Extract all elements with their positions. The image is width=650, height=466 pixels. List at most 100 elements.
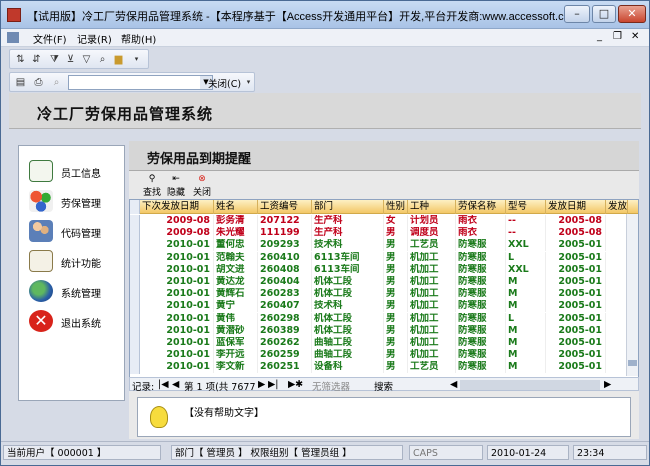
grid-cell[interactable]: 防寒服	[456, 361, 506, 374]
grid-cell[interactable]: 207122	[258, 215, 312, 227]
mdi-close-button[interactable]: ✕	[631, 31, 639, 42]
grid-cell[interactable]: 机加工	[408, 349, 456, 362]
grid-cell[interactable]: 2009-08	[140, 227, 214, 240]
column-header[interactable]: 发放	[606, 200, 628, 214]
grid-cell[interactable]: 2010-01	[140, 288, 214, 301]
filter-selection-icon[interactable]: ⊻	[64, 53, 77, 66]
grid-cell[interactable]: 260389	[258, 324, 312, 337]
grid-cell[interactable]: 260251	[258, 361, 312, 374]
grid-cell[interactable]: 李文新	[214, 361, 258, 374]
sort-descending-icon[interactable]: ⇵	[30, 53, 43, 66]
next-record-button[interactable]: ▶	[258, 379, 265, 390]
grid-cell[interactable]: L	[506, 312, 546, 325]
grid-cell[interactable]: --	[506, 227, 546, 240]
grid-cell[interactable]: 2010-01	[140, 337, 214, 349]
grid-cell[interactable]: 男	[384, 276, 408, 288]
scroll-thumb[interactable]	[628, 360, 637, 366]
grid-cell[interactable]: 女	[384, 215, 408, 227]
grid-cell[interactable]: 生产科	[312, 215, 384, 227]
grid-cell[interactable]: 机体工段	[312, 288, 384, 301]
grid-cell[interactable]: XXL	[506, 239, 546, 252]
grid-cell[interactable]: 胡文进	[214, 263, 258, 276]
grid-cell[interactable]: 朱光耀	[214, 227, 258, 240]
maximize-button[interactable]: □	[592, 5, 616, 23]
nav-exit[interactable]: ✕ 退出系统	[23, 308, 123, 334]
grid-cell[interactable]: 机加工	[408, 324, 456, 337]
grid-cell[interactable]: 260410	[258, 251, 312, 264]
grid-cell[interactable]: 黄宁	[214, 300, 258, 313]
row-selector[interactable]	[130, 349, 140, 362]
grid-cell[interactable]: M	[506, 300, 546, 313]
grid-cell[interactable]: 2010-01	[140, 251, 214, 264]
grid-cell[interactable]: 2005-01	[546, 361, 606, 374]
grid-cell[interactable]: 2005-01	[546, 300, 606, 313]
grid-cell[interactable]: 2010-01	[140, 239, 214, 252]
grid-cell[interactable]: L	[506, 251, 546, 264]
grid-cell[interactable]: 黄辉石	[214, 288, 258, 301]
grid-cell[interactable]: 2005-01	[546, 312, 606, 325]
grid-cell[interactable]: 雨衣	[456, 215, 506, 227]
grid-cell[interactable]: 黄达龙	[214, 276, 258, 288]
row-selector[interactable]	[130, 239, 140, 252]
column-header[interactable]: 下次发放日期	[140, 200, 214, 214]
grid-cell[interactable]: 男	[384, 312, 408, 325]
first-record-button[interactable]: |◀	[158, 379, 169, 390]
grid-cell[interactable]: 工艺员	[408, 361, 456, 374]
grid-cell[interactable]: 彭务清	[214, 215, 258, 227]
grid-cell[interactable]: 260262	[258, 337, 312, 349]
grid-cell[interactable]: 防寒服	[456, 324, 506, 337]
nav-statistics[interactable]: 统计功能	[23, 248, 123, 274]
row-selector[interactable]	[130, 312, 140, 325]
header-row-selector[interactable]	[130, 200, 140, 214]
column-header[interactable]: 工资编号	[258, 200, 312, 214]
nav-system-mgmt[interactable]: 系统管理	[23, 278, 123, 304]
grid-cell[interactable]: 2005-08	[546, 215, 606, 227]
print-preview-icon[interactable]: ▤	[14, 76, 27, 89]
grid-cell[interactable]: M	[506, 288, 546, 301]
grid-cell[interactable]: 260283	[258, 288, 312, 301]
grid-cell[interactable]: 2005-01	[546, 349, 606, 362]
column-header[interactable]: 工种	[408, 200, 456, 214]
grid-cell[interactable]: 机体工段	[312, 312, 384, 325]
grid-cell[interactable]: 工艺员	[408, 239, 456, 252]
zoom-icon[interactable]: ⌕	[50, 76, 63, 89]
grid-cell[interactable]: 2010-01	[140, 349, 214, 362]
grid-cell[interactable]: 2010-01	[140, 263, 214, 276]
grid-cell[interactable]: 男	[384, 361, 408, 374]
grid-cell[interactable]: 机体工段	[312, 276, 384, 288]
grid-cell[interactable]: 男	[384, 324, 408, 337]
apply-filter-icon[interactable]: ▽	[80, 53, 93, 66]
grid-cell[interactable]: 防寒服	[456, 251, 506, 264]
grid-cell[interactable]: 防寒服	[456, 300, 506, 313]
grid-cell[interactable]: 6113车间	[312, 263, 384, 276]
grid-cell[interactable]: 黄潜砂	[214, 324, 258, 337]
row-selector[interactable]	[130, 251, 140, 264]
grid-cell[interactable]: 生产科	[312, 227, 384, 240]
grid-cell[interactable]: 2005-01	[546, 324, 606, 337]
grid-cell[interactable]: 男	[384, 288, 408, 301]
menu-file[interactable]: 文件(F)	[33, 31, 67, 46]
close-preview-button[interactable]: 关闭(C)	[208, 76, 241, 90]
grid-cell[interactable]: 调度员	[408, 227, 456, 240]
minimize-button[interactable]: –	[564, 5, 590, 23]
no-filter-indicator[interactable]: 无筛选器	[312, 379, 350, 393]
row-selector[interactable]	[130, 337, 140, 350]
grid-cell[interactable]: 2010-01	[140, 361, 214, 374]
grid-cell[interactable]: 2005-01	[546, 276, 606, 288]
grid-cell[interactable]: 6113车间	[312, 251, 384, 264]
grid-cell[interactable]: M	[506, 276, 546, 288]
grid-cell[interactable]: 机加工	[408, 251, 456, 264]
grid-cell[interactable]: 防寒服	[456, 312, 506, 325]
grid-cell[interactable]: 2009-08	[140, 215, 214, 227]
grid-cell[interactable]: 防寒服	[456, 276, 506, 288]
close-button[interactable]: ✕	[618, 5, 646, 23]
column-header[interactable]: 型号	[506, 200, 546, 214]
grid-cell[interactable]: --	[506, 215, 546, 227]
grid-cell[interactable]: 男	[384, 263, 408, 276]
grid-cell[interactable]: 260298	[258, 312, 312, 325]
grid-cell[interactable]: 2005-01	[546, 239, 606, 252]
grid-cell[interactable]: 机加工	[408, 263, 456, 276]
grid-cell[interactable]: 技术科	[312, 300, 384, 313]
column-header[interactable]: 部门	[312, 200, 384, 214]
grid-cell[interactable]: 2010-01	[140, 312, 214, 325]
